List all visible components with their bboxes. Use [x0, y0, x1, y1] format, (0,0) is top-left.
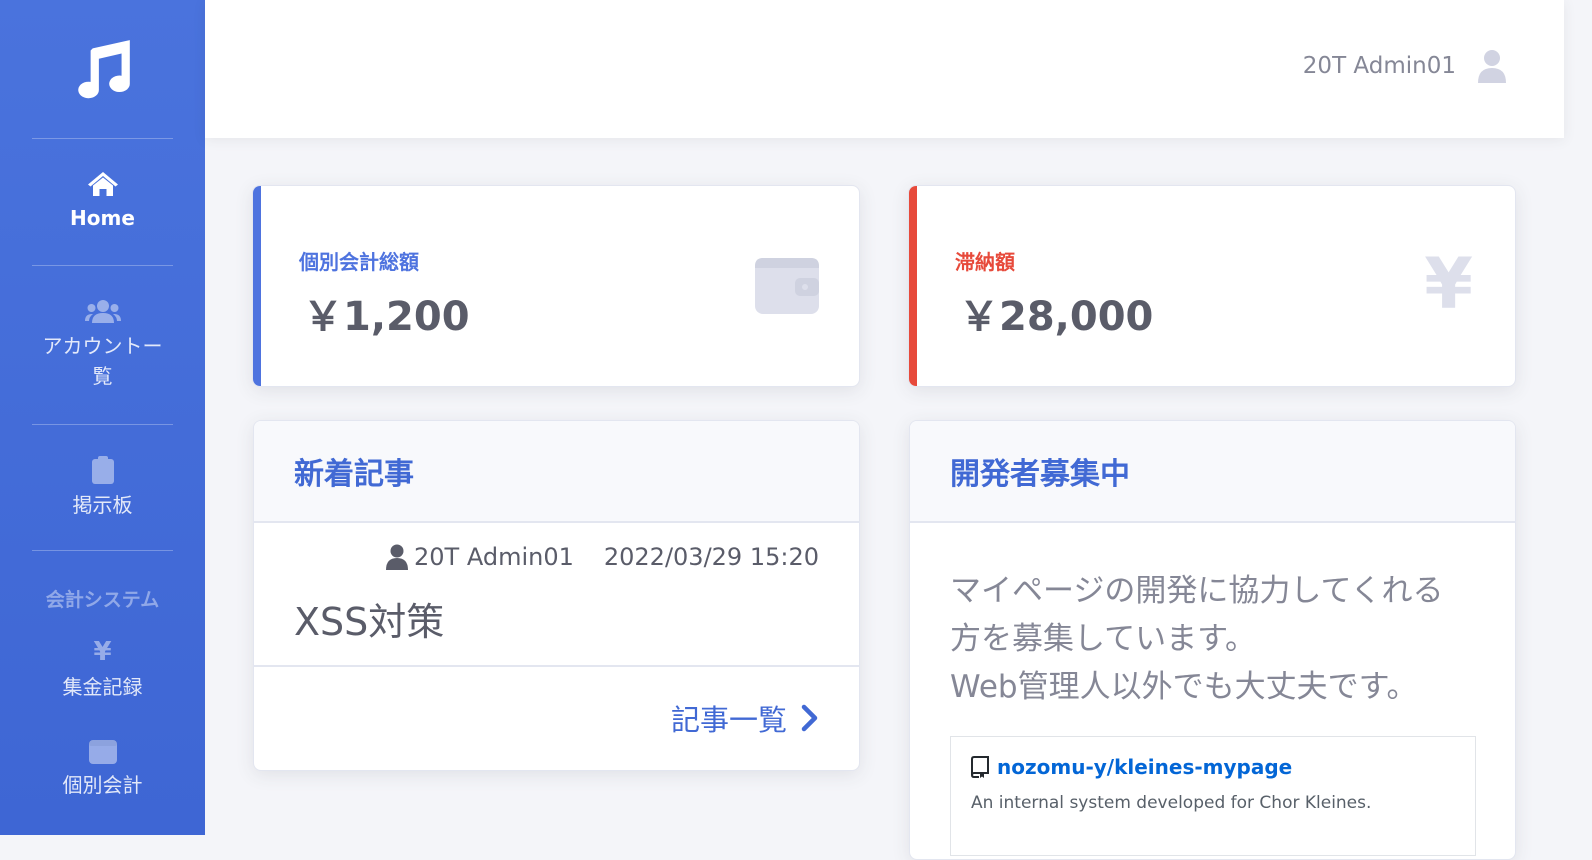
user-name: 20T Admin01: [1302, 53, 1456, 79]
recruit-line: 方を募集しています。: [950, 621, 1256, 657]
news-card-header: 新着記事: [254, 421, 859, 523]
stat-value: ￥1,200: [303, 294, 470, 340]
recruit-message: マイページの開発に協力してくれる 方を募集しています。 Web管理人以外でも大丈…: [950, 567, 1475, 711]
wallet-icon: [755, 258, 819, 314]
recruit-card-title: 開発者募集中: [950, 457, 1130, 492]
sidebar-item-accounts[interactable]: アカウントー 覧: [0, 266, 205, 424]
sidebar-item-label: 集金記録: [62, 675, 143, 699]
user-icon: [1478, 50, 1506, 83]
stat-label: 個別会計総額: [299, 250, 419, 274]
sidebar-item-label-line2: 覧: [92, 364, 113, 388]
users-icon: [84, 300, 121, 323]
github-repo-card[interactable]: nozomu-y/kleines-mypage An internal syst…: [950, 736, 1476, 856]
music-note-icon: [77, 40, 130, 99]
sidebar-item-home[interactable]: Home: [0, 139, 205, 265]
news-card-divider: [254, 665, 859, 667]
yen-icon: ¥: [93, 637, 112, 667]
card-accent-bar: [909, 186, 917, 386]
recruit-line: Web管理人以外でも大丈夫です。: [950, 669, 1418, 705]
article-list-link[interactable]: 記事一覧: [671, 697, 819, 739]
stat-card-individual-total: 個別会計総額 ￥1,200: [252, 185, 860, 387]
sidebar-brand[interactable]: [0, 0, 205, 138]
news-card: 新着記事 20T Admin01 2022/03/29 15:20 XSS対策 …: [253, 420, 860, 771]
repo-description: An internal system developed for Chor Kl…: [971, 793, 1372, 813]
sidebar: Home アカウントー 覧 掲示板 会計システム ¥ 集金記録 個別会計: [0, 0, 205, 835]
recruit-line: マイページの開発に協力してくれる: [950, 573, 1444, 609]
user-icon: [386, 544, 409, 570]
article-list-label: 記事一覧: [670, 703, 787, 737]
clipboard-icon: [91, 455, 114, 484]
stat-card-arrears: 滞納額 ￥28,000 ¥: [908, 185, 1516, 387]
card-accent-bar: [253, 186, 261, 386]
stat-label: 滞納額: [955, 250, 1015, 274]
repo-icon: [971, 756, 989, 778]
repo-row: nozomu-y/kleines-mypage: [971, 755, 1455, 779]
repo-name-link[interactable]: nozomu-y/kleines-mypage: [997, 755, 1292, 779]
stat-value: ￥28,000: [959, 294, 1154, 340]
home-icon: [87, 172, 118, 196]
news-datetime: 2022/03/29 15:20: [603, 543, 819, 571]
sidebar-divider: [32, 550, 173, 551]
news-card-title: 新着記事: [294, 457, 414, 492]
recruit-card: 開発者募集中 マイページの開発に協力してくれる 方を募集しています。 Web管理…: [909, 420, 1516, 860]
chevron-right-icon: [801, 704, 818, 732]
sidebar-item-individual-accounting[interactable]: 個別会計: [0, 740, 205, 835]
news-author: 20T Admin01: [414, 543, 574, 571]
wallet-icon: [88, 740, 117, 764]
sidebar-item-board[interactable]: 掲示板: [0, 425, 205, 550]
news-article-title[interactable]: XSS対策: [294, 591, 444, 646]
sidebar-item-label-line1: アカウントー: [42, 334, 163, 358]
user-menu[interactable]: 20T Admin01: [1303, 49, 1506, 83]
recruit-card-header: 開発者募集中: [910, 421, 1515, 523]
sidebar-item-label: 掲示板: [72, 492, 133, 517]
topbar: 20T Admin01: [205, 0, 1564, 138]
sidebar-item-label: Home: [70, 206, 135, 230]
sidebar-item-label: アカウントー 覧: [43, 331, 163, 391]
yen-icon: ¥: [1424, 243, 1473, 325]
news-meta: 20T Admin01 2022/03/29 15:20: [386, 543, 819, 571]
sidebar-item-collection[interactable]: ¥ 集金記録: [0, 620, 205, 720]
sidebar-section-heading: 会計システム: [45, 589, 160, 611]
sidebar-item-label: 個別会計: [62, 773, 143, 797]
